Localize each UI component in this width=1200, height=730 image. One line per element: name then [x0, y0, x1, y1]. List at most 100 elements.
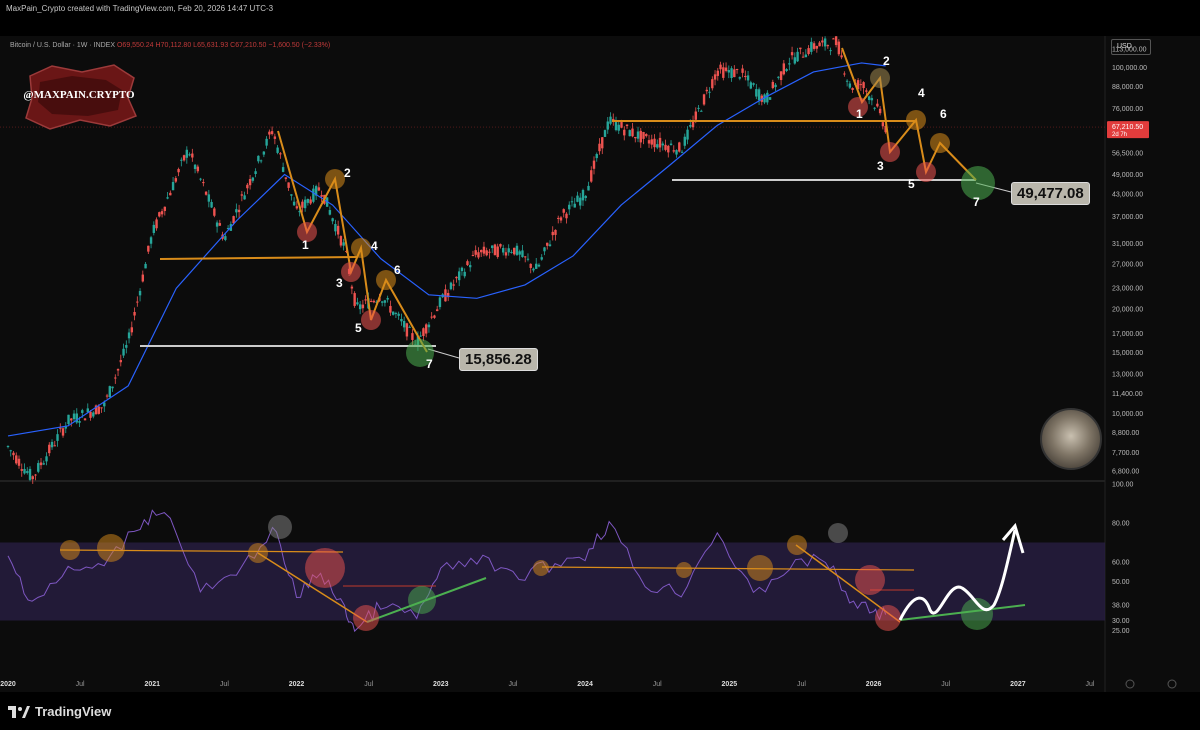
rsi-tick-label: 38.00: [1112, 602, 1130, 609]
candle-body: [683, 136, 686, 146]
candle-body: [180, 159, 183, 161]
x-tick-label: 2022: [289, 681, 305, 688]
candle-body: [645, 134, 648, 137]
price-tick-label: 11,400.00: [1112, 391, 1143, 398]
price-tick-label: 27,000.00: [1112, 262, 1143, 269]
wave-marker: [930, 133, 950, 153]
price-tick-label: 23,000.00: [1112, 286, 1143, 293]
candle-body: [149, 237, 153, 244]
rsi-marker: [408, 586, 436, 614]
candle-body: [559, 217, 563, 221]
chart-area[interactable]: 113,000.00 100,000.00 88,000.00 76,000.00 56…: [0, 36, 1200, 692]
candle-body: [243, 195, 246, 200]
candle-body: [752, 83, 755, 85]
candle-body: [601, 137, 604, 149]
candle-body: [97, 406, 100, 414]
candle-body: [70, 418, 73, 421]
candle-body: [540, 257, 543, 260]
header-bar: MaxPain_Crypto created with TradingView.…: [0, 0, 1200, 18]
candle-body: [757, 89, 761, 101]
rsi-marker: [747, 555, 773, 581]
wave2-label-6: 6: [940, 107, 947, 121]
candle-body: [595, 154, 598, 159]
price-tick-label: 37,000.00: [1112, 214, 1143, 221]
candle-body: [364, 299, 367, 301]
candle-body: [218, 223, 222, 226]
candle-body: [493, 244, 497, 256]
candle-body: [246, 184, 249, 189]
rsi-tick-label: 50.00: [1112, 579, 1130, 586]
candle-body: [744, 75, 747, 78]
candle-body: [339, 236, 343, 246]
candle-body: [174, 178, 178, 182]
candle-body: [793, 57, 797, 64]
candle-body: [551, 231, 554, 236]
ohlc-low: L65,631.93: [193, 42, 229, 49]
candle-body: [232, 216, 235, 224]
rsi-tick-label: 80.00: [1112, 521, 1130, 528]
x-tick-label: 2024: [577, 681, 593, 688]
candle-body: [711, 79, 714, 89]
candle-body: [15, 455, 18, 464]
candle-body: [480, 249, 483, 253]
candle-body: [193, 164, 197, 169]
x-tick-label: Jul: [220, 681, 229, 688]
candle-body: [92, 412, 95, 417]
candle-body: [796, 51, 799, 62]
candle-body: [358, 304, 362, 310]
price-tick-label: 8,800.00: [1112, 430, 1139, 437]
rsi-tick-label: 100.00: [1112, 482, 1134, 489]
x-tick-label: 2021: [144, 681, 160, 688]
candle-body: [141, 274, 145, 282]
x-tick-label: Jul: [364, 681, 373, 688]
price-tick-label: 43,000.00: [1112, 192, 1143, 199]
candle-body: [394, 312, 398, 314]
tradingview-mark-icon: [8, 705, 30, 718]
wave2-label-5: 5: [908, 177, 915, 191]
candle-body: [741, 68, 744, 73]
candle-body: [807, 48, 810, 55]
candle-body: [284, 177, 288, 179]
candle-body: [460, 267, 464, 272]
candle-body: [287, 182, 290, 188]
currency-selector[interactable]: USD: [1111, 39, 1151, 55]
candle-body: [185, 149, 189, 158]
candle-body: [202, 182, 205, 184]
candle-body: [823, 38, 827, 47]
candle-body: [257, 155, 260, 162]
rsi-marker: [676, 562, 692, 578]
symbol-name: Bitcoin / U.S. Dollar · 1W · INDEX: [10, 42, 116, 49]
candle-body: [427, 324, 431, 328]
target-2026-callout: 49,477.08: [1011, 182, 1090, 205]
candle-body: [562, 209, 565, 213]
rsi-marker: [533, 560, 549, 576]
candle-body: [689, 125, 692, 127]
candle-body: [28, 468, 32, 480]
candle-body: [727, 70, 731, 73]
wave2-label-7: 7: [973, 195, 980, 209]
rsi-tick-label: 25.00: [1112, 628, 1130, 635]
author-avatar[interactable]: [1040, 408, 1102, 470]
tradingview-logo[interactable]: TradingView: [8, 704, 111, 719]
candle-body: [837, 41, 841, 55]
support-line-2021: [159, 256, 359, 260]
price-tag-countdown: 2d 7h: [1112, 132, 1127, 138]
candle-body: [89, 411, 92, 418]
candle-body: [782, 63, 786, 75]
x-tick-label: 2025: [722, 681, 738, 688]
candle-body: [290, 194, 293, 196]
candle-body: [634, 136, 637, 139]
candle-body: [199, 178, 202, 180]
candle-body: [262, 151, 266, 155]
candle-body: [279, 153, 282, 155]
candle-body: [862, 82, 865, 89]
candle-body: [576, 195, 579, 202]
candle-body: [642, 131, 645, 139]
candle-body: [273, 136, 277, 139]
symbol-legend: Bitcoin / U.S. Dollar · 1W · INDEX O69,5…: [10, 42, 330, 49]
chart-canvas[interactable]: 113,000.00100,000.0088,000.0076,000.0056…: [0, 36, 1200, 692]
candle-body: [867, 96, 871, 101]
candle-body: [477, 252, 480, 258]
candle-body: [361, 304, 365, 309]
candle-body: [650, 139, 653, 145]
